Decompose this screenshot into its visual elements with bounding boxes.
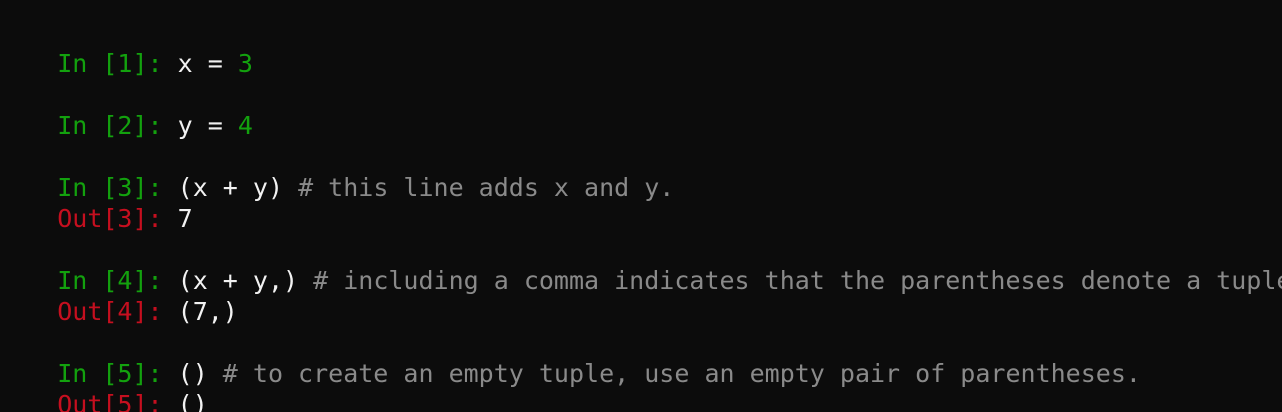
code-text: x = <box>177 49 238 78</box>
input-line-2: In [2]: y = 4 <box>0 79 253 140</box>
out-prompt: Out[4]: <box>57 297 178 326</box>
input-line-3: In [3]: (x + y) # this line adds x and y… <box>0 141 674 202</box>
code-text: y = <box>177 111 238 140</box>
code-comment: # to create an empty tuple, use an empty… <box>222 359 1141 388</box>
input-line-4: In [4]: (x + y,) # including a comma ind… <box>0 234 1282 295</box>
output-line-4: Out[4]: (7,) <box>0 265 238 326</box>
output-value: () <box>177 390 208 412</box>
in-prompt: In [2]: <box>57 111 178 140</box>
number-literal: 3 <box>237 49 253 78</box>
number-literal: 4 <box>237 111 253 140</box>
input-line-5: In [5]: () # to create an empty tuple, u… <box>0 327 1141 388</box>
in-prompt: In [1]: <box>57 49 178 78</box>
out-prompt: Out[5]: <box>57 390 178 412</box>
ipython-terminal[interactable]: In [1]: x = 3 In [2]: y = 4 In [3]: (x +… <box>0 0 1282 412</box>
code-comment: # this line adds x and y. <box>298 173 675 202</box>
output-line-5: Out[5]: () <box>0 358 208 412</box>
output-value: (7,) <box>177 297 238 326</box>
code-text: (x + y) <box>177 173 299 202</box>
output-line-3: Out[3]: 7 <box>0 172 192 233</box>
out-prompt: Out[3]: <box>57 204 178 233</box>
output-value: 7 <box>177 204 193 233</box>
code-comment: # including a comma indicates that the p… <box>313 266 1282 295</box>
input-line-1: In [1]: x = 3 <box>0 17 253 78</box>
